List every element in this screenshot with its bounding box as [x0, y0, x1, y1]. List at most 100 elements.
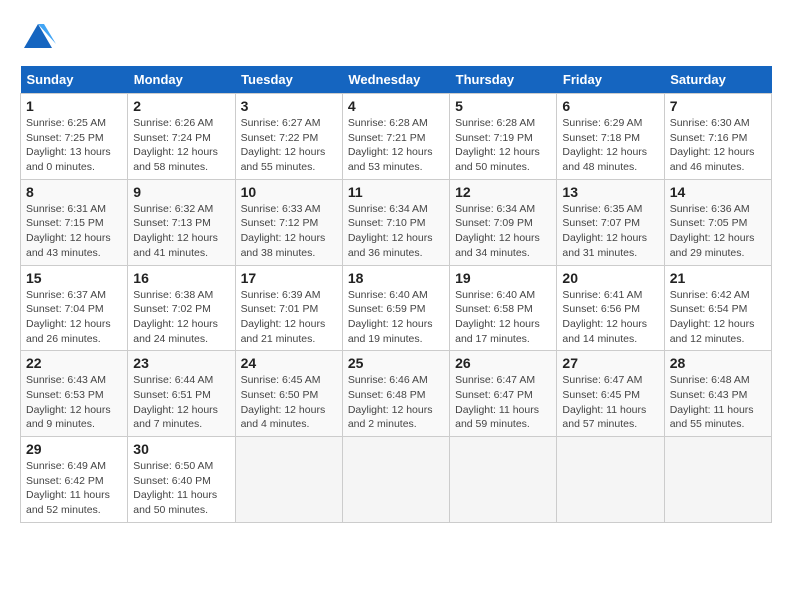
logo-icon	[20, 20, 56, 56]
calendar-cell: 2 Sunrise: 6:26 AM Sunset: 7:24 PM Daylig…	[128, 94, 235, 180]
calendar-cell: 22 Sunrise: 6:43 AM Sunset: 6:53 PM Dayli…	[21, 351, 128, 437]
page-header	[20, 20, 772, 56]
calendar-cell: 4 Sunrise: 6:28 AM Sunset: 7:21 PM Daylig…	[342, 94, 449, 180]
day-info: Sunrise: 6:44 AM Sunset: 6:51 PM Dayligh…	[133, 373, 229, 432]
day-info: Sunrise: 6:34 AM Sunset: 7:10 PM Dayligh…	[348, 202, 444, 261]
calendar-cell: 14 Sunrise: 6:36 AM Sunset: 7:05 PM Dayli…	[664, 179, 771, 265]
weekday-header-wednesday: Wednesday	[342, 66, 449, 94]
day-info: Sunrise: 6:41 AM Sunset: 6:56 PM Dayligh…	[562, 288, 658, 347]
day-number: 24	[241, 355, 337, 371]
calendar-cell: 30Sunrise: 6:50 AM Sunset: 6:40 PM Dayli…	[128, 437, 235, 523]
day-number: 12	[455, 184, 551, 200]
day-number: 19	[455, 270, 551, 286]
calendar-week-3: 15Sunrise: 6:37 AM Sunset: 7:04 PM Dayli…	[21, 265, 772, 351]
weekday-header-row: SundayMondayTuesdayWednesdayThursdayFrid…	[21, 66, 772, 94]
calendar-cell: 19 Sunrise: 6:40 AM Sunset: 6:58 PM Dayli…	[450, 265, 557, 351]
calendar-cell: 9 Sunrise: 6:32 AM Sunset: 7:13 PM Daylig…	[128, 179, 235, 265]
calendar-cell: 26 Sunrise: 6:47 AM Sunset: 6:47 PM Dayli…	[450, 351, 557, 437]
calendar-cell: 24 Sunrise: 6:45 AM Sunset: 6:50 PM Dayli…	[235, 351, 342, 437]
day-number: 7	[670, 98, 766, 114]
calendar-cell: 23 Sunrise: 6:44 AM Sunset: 6:51 PM Dayli…	[128, 351, 235, 437]
day-number: 20	[562, 270, 658, 286]
day-number: 25	[348, 355, 444, 371]
day-info: Sunrise: 6:30 AM Sunset: 7:16 PM Dayligh…	[670, 116, 766, 175]
day-info: Sunrise: 6:50 AM Sunset: 6:40 PM Dayligh…	[133, 459, 229, 518]
calendar-cell: 15Sunrise: 6:37 AM Sunset: 7:04 PM Dayli…	[21, 265, 128, 351]
day-info: Sunrise: 6:40 AM Sunset: 6:59 PM Dayligh…	[348, 288, 444, 347]
day-info: Sunrise: 6:43 AM Sunset: 6:53 PM Dayligh…	[26, 373, 122, 432]
day-info: Sunrise: 6:37 AM Sunset: 7:04 PM Dayligh…	[26, 288, 122, 347]
calendar-cell: 1Sunrise: 6:25 AM Sunset: 7:25 PM Daylig…	[21, 94, 128, 180]
day-number: 27	[562, 355, 658, 371]
calendar-week-2: 8 Sunrise: 6:31 AM Sunset: 7:15 PM Daylig…	[21, 179, 772, 265]
day-info: Sunrise: 6:27 AM Sunset: 7:22 PM Dayligh…	[241, 116, 337, 175]
calendar-cell: 17 Sunrise: 6:39 AM Sunset: 7:01 PM Dayli…	[235, 265, 342, 351]
calendar-cell: 10 Sunrise: 6:33 AM Sunset: 7:12 PM Dayli…	[235, 179, 342, 265]
calendar-cell: 13 Sunrise: 6:35 AM Sunset: 7:07 PM Dayli…	[557, 179, 664, 265]
day-number: 26	[455, 355, 551, 371]
calendar-cell: 3 Sunrise: 6:27 AM Sunset: 7:22 PM Daylig…	[235, 94, 342, 180]
day-info: Sunrise: 6:33 AM Sunset: 7:12 PM Dayligh…	[241, 202, 337, 261]
day-number: 10	[241, 184, 337, 200]
day-number: 29	[26, 441, 122, 457]
calendar-cell: 28 Sunrise: 6:48 AM Sunset: 6:43 PM Dayli…	[664, 351, 771, 437]
calendar-cell	[557, 437, 664, 523]
day-number: 5	[455, 98, 551, 114]
day-number: 21	[670, 270, 766, 286]
logo	[20, 20, 62, 56]
calendar-cell: 18 Sunrise: 6:40 AM Sunset: 6:59 PM Dayli…	[342, 265, 449, 351]
day-info: Sunrise: 6:39 AM Sunset: 7:01 PM Dayligh…	[241, 288, 337, 347]
day-number: 6	[562, 98, 658, 114]
day-number: 14	[670, 184, 766, 200]
day-info: Sunrise: 6:26 AM Sunset: 7:24 PM Dayligh…	[133, 116, 229, 175]
day-info: Sunrise: 6:28 AM Sunset: 7:21 PM Dayligh…	[348, 116, 444, 175]
calendar-cell	[664, 437, 771, 523]
calendar-cell	[342, 437, 449, 523]
day-info: Sunrise: 6:48 AM Sunset: 6:43 PM Dayligh…	[670, 373, 766, 432]
calendar-cell: 21 Sunrise: 6:42 AM Sunset: 6:54 PM Dayli…	[664, 265, 771, 351]
day-info: Sunrise: 6:35 AM Sunset: 7:07 PM Dayligh…	[562, 202, 658, 261]
calendar-cell: 27 Sunrise: 6:47 AM Sunset: 6:45 PM Dayli…	[557, 351, 664, 437]
calendar-cell: 25 Sunrise: 6:46 AM Sunset: 6:48 PM Dayli…	[342, 351, 449, 437]
calendar-cell: 20 Sunrise: 6:41 AM Sunset: 6:56 PM Dayli…	[557, 265, 664, 351]
day-number: 4	[348, 98, 444, 114]
weekday-header-sunday: Sunday	[21, 66, 128, 94]
day-number: 9	[133, 184, 229, 200]
day-info: Sunrise: 6:46 AM Sunset: 6:48 PM Dayligh…	[348, 373, 444, 432]
day-info: Sunrise: 6:47 AM Sunset: 6:45 PM Dayligh…	[562, 373, 658, 432]
day-number: 13	[562, 184, 658, 200]
calendar-cell: 12 Sunrise: 6:34 AM Sunset: 7:09 PM Dayli…	[450, 179, 557, 265]
day-number: 8	[26, 184, 122, 200]
day-number: 3	[241, 98, 337, 114]
day-info: Sunrise: 6:29 AM Sunset: 7:18 PM Dayligh…	[562, 116, 658, 175]
weekday-header-monday: Monday	[128, 66, 235, 94]
day-number: 18	[348, 270, 444, 286]
calendar-cell	[235, 437, 342, 523]
day-number: 16	[133, 270, 229, 286]
day-info: Sunrise: 6:40 AM Sunset: 6:58 PM Dayligh…	[455, 288, 551, 347]
day-info: Sunrise: 6:38 AM Sunset: 7:02 PM Dayligh…	[133, 288, 229, 347]
day-number: 17	[241, 270, 337, 286]
day-info: Sunrise: 6:45 AM Sunset: 6:50 PM Dayligh…	[241, 373, 337, 432]
day-number: 28	[670, 355, 766, 371]
weekday-header-saturday: Saturday	[664, 66, 771, 94]
calendar-week-1: 1Sunrise: 6:25 AM Sunset: 7:25 PM Daylig…	[21, 94, 772, 180]
calendar-cell: 6 Sunrise: 6:29 AM Sunset: 7:18 PM Daylig…	[557, 94, 664, 180]
calendar-cell: 7 Sunrise: 6:30 AM Sunset: 7:16 PM Daylig…	[664, 94, 771, 180]
day-info: Sunrise: 6:32 AM Sunset: 7:13 PM Dayligh…	[133, 202, 229, 261]
day-info: Sunrise: 6:31 AM Sunset: 7:15 PM Dayligh…	[26, 202, 122, 261]
day-number: 2	[133, 98, 229, 114]
day-info: Sunrise: 6:42 AM Sunset: 6:54 PM Dayligh…	[670, 288, 766, 347]
day-number: 22	[26, 355, 122, 371]
calendar-cell: 16 Sunrise: 6:38 AM Sunset: 7:02 PM Dayli…	[128, 265, 235, 351]
weekday-header-friday: Friday	[557, 66, 664, 94]
calendar-table: SundayMondayTuesdayWednesdayThursdayFrid…	[20, 66, 772, 523]
day-info: Sunrise: 6:34 AM Sunset: 7:09 PM Dayligh…	[455, 202, 551, 261]
calendar-week-5: 29Sunrise: 6:49 AM Sunset: 6:42 PM Dayli…	[21, 437, 772, 523]
day-info: Sunrise: 6:47 AM Sunset: 6:47 PM Dayligh…	[455, 373, 551, 432]
day-number: 11	[348, 184, 444, 200]
calendar-week-4: 22 Sunrise: 6:43 AM Sunset: 6:53 PM Dayli…	[21, 351, 772, 437]
day-info: Sunrise: 6:36 AM Sunset: 7:05 PM Dayligh…	[670, 202, 766, 261]
calendar-cell: 29Sunrise: 6:49 AM Sunset: 6:42 PM Dayli…	[21, 437, 128, 523]
day-number: 23	[133, 355, 229, 371]
